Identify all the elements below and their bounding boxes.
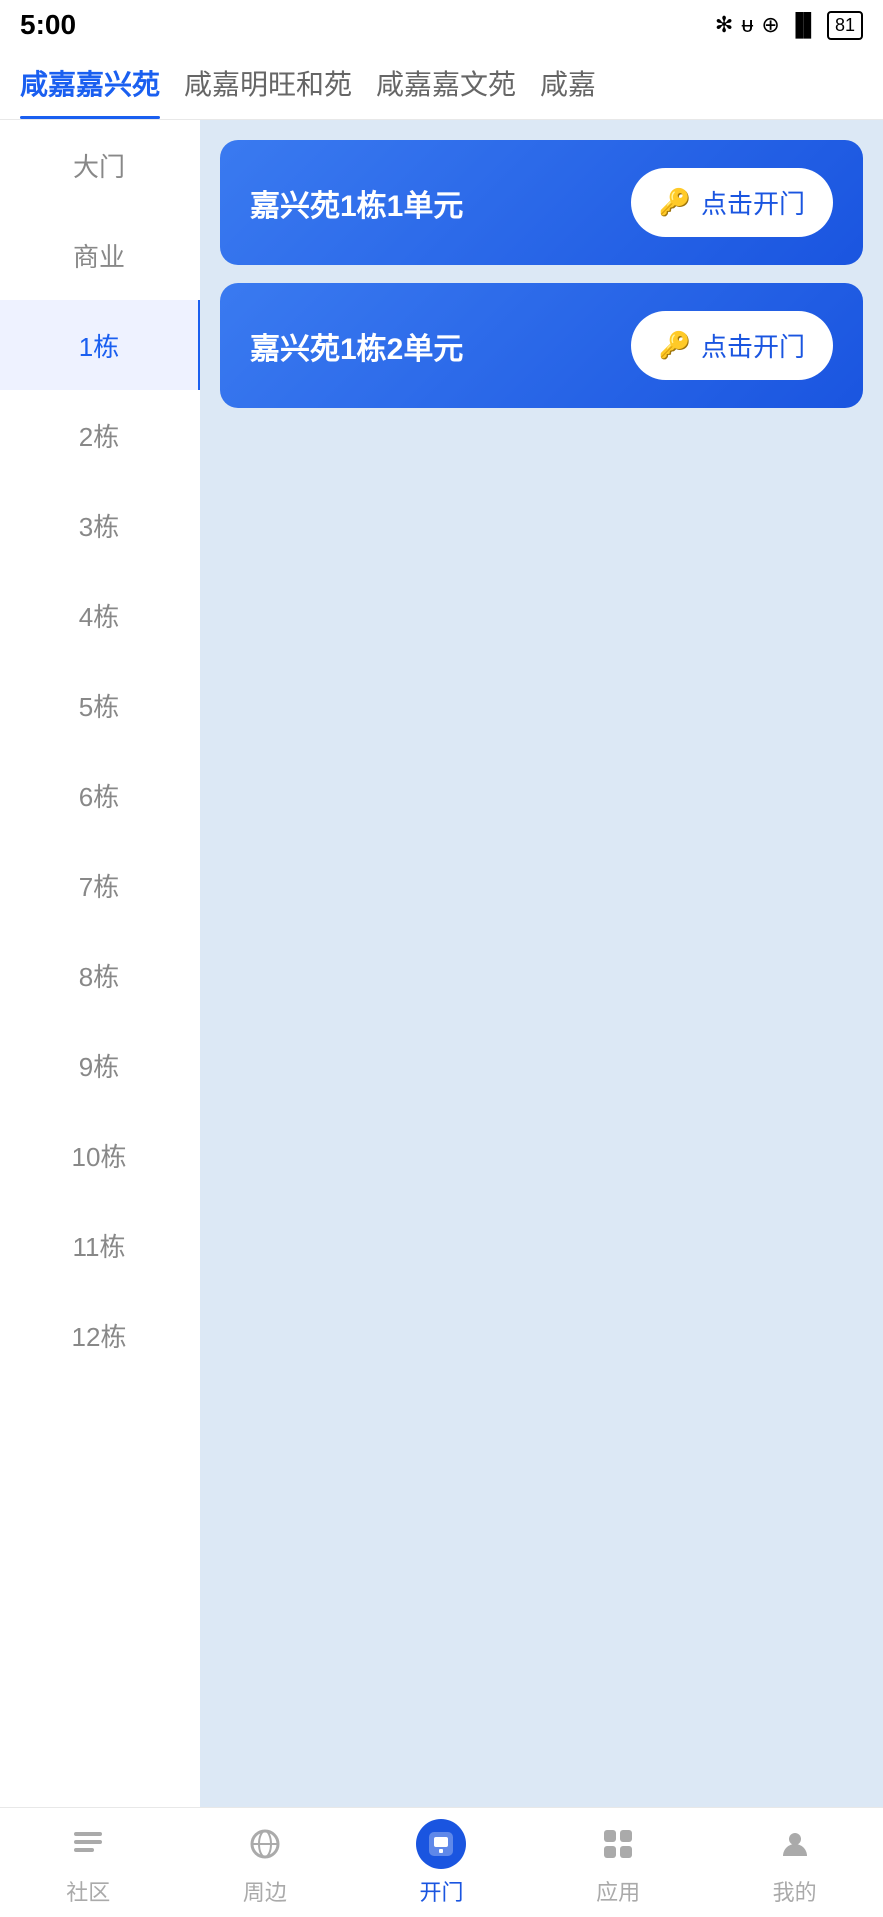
door-card-2: 嘉兴苑1栋2单元 🔑 点击开门	[220, 283, 863, 408]
sidebar-item-10zuo[interactable]: 10栋	[0, 1110, 200, 1200]
status-time: 5:00	[20, 9, 76, 41]
sidebar-item-12zuo[interactable]: 12栋	[0, 1290, 200, 1380]
sidebar-item-5zuo[interactable]: 5栋	[0, 660, 200, 750]
wifi-icon: ⊕	[761, 12, 779, 38]
open-door-button-2[interactable]: 🔑 点击开门	[631, 311, 833, 380]
status-bar: 5:00 ✻ ᵾ ⊕ ▐▌ 81	[0, 0, 883, 50]
sidebar-item-shangye[interactable]: 商业	[0, 210, 200, 300]
sidebar-item-2zuo[interactable]: 2栋	[0, 390, 200, 480]
tab-mingwangheyuan[interactable]: 咸嘉明旺和苑	[184, 63, 376, 119]
open-door-button-1[interactable]: 🔑 点击开门	[631, 168, 833, 237]
wode-label: 我的	[773, 1875, 817, 1907]
sidebar: 大门 商业 1栋 2栋 3栋 4栋 5栋 6栋 7栋 8栋 9栋 10栋 11栋…	[0, 120, 200, 1807]
bottom-nav: 社区 周边 开门	[0, 1807, 883, 1917]
sidebar-item-4zuo[interactable]: 4栋	[0, 570, 200, 660]
sidebar-item-3zuo[interactable]: 3栋	[0, 480, 200, 570]
top-tabs: 咸嘉嘉兴苑 咸嘉明旺和苑 咸嘉嘉文苑 咸嘉	[0, 50, 883, 120]
key-icon-1: 🔑	[659, 187, 691, 218]
open-door-label-2: 点击开门	[701, 327, 805, 364]
tab-xianjia[interactable]: 咸嘉	[540, 63, 620, 119]
nfc-icon: ᵾ	[741, 12, 753, 38]
open-door-label-1: 点击开门	[701, 184, 805, 221]
sidebar-item-9zuo[interactable]: 9栋	[0, 1020, 200, 1110]
yingyong-label: 应用	[596, 1875, 640, 1907]
tab-jiawenyuan[interactable]: 咸嘉嘉文苑	[376, 63, 540, 119]
nav-yingyong[interactable]: 应用	[530, 1819, 707, 1907]
nav-zhoubian[interactable]: 周边	[177, 1819, 354, 1907]
yingyong-icon	[593, 1819, 643, 1869]
bluetooth-icon: ✻	[715, 12, 733, 38]
signal-icon: ▐▌	[788, 12, 819, 38]
battery-icon: 81	[827, 11, 863, 40]
door-card-1: 嘉兴苑1栋1单元 🔑 点击开门	[220, 140, 863, 265]
zhoubian-icon	[240, 1819, 290, 1869]
sidebar-item-6zuo[interactable]: 6栋	[0, 750, 200, 840]
door-card-2-title: 嘉兴苑1栋2单元	[250, 324, 463, 368]
nav-wode[interactable]: 我的	[706, 1819, 883, 1907]
sidebar-item-7zuo[interactable]: 7栋	[0, 840, 200, 930]
shequ-label: 社区	[66, 1875, 110, 1907]
right-content: 嘉兴苑1栋1单元 🔑 点击开门 嘉兴苑1栋2单元 🔑 点击开门	[200, 120, 883, 1807]
sidebar-item-11zuo[interactable]: 11栋	[0, 1200, 200, 1290]
kaimen-icon	[416, 1819, 466, 1869]
nav-shequ[interactable]: 社区	[0, 1819, 177, 1907]
nav-kaimen[interactable]: 开门	[353, 1819, 530, 1907]
zhoubian-label: 周边	[243, 1875, 287, 1907]
key-icon-2: 🔑	[659, 330, 691, 361]
sidebar-item-damen[interactable]: 大门	[0, 120, 200, 210]
tab-jiaxingyuan[interactable]: 咸嘉嘉兴苑	[20, 63, 184, 119]
sidebar-item-1zuo[interactable]: 1栋	[0, 300, 200, 390]
sidebar-item-8zuo[interactable]: 8栋	[0, 930, 200, 1020]
status-icons: ✻ ᵾ ⊕ ▐▌ 81	[715, 11, 863, 40]
kaimen-label: 开门	[419, 1875, 463, 1907]
main-content: 大门 商业 1栋 2栋 3栋 4栋 5栋 6栋 7栋 8栋 9栋 10栋 11栋…	[0, 120, 883, 1807]
wode-icon	[770, 1819, 820, 1869]
shequ-icon	[63, 1819, 113, 1869]
door-card-1-title: 嘉兴苑1栋1单元	[250, 181, 463, 225]
